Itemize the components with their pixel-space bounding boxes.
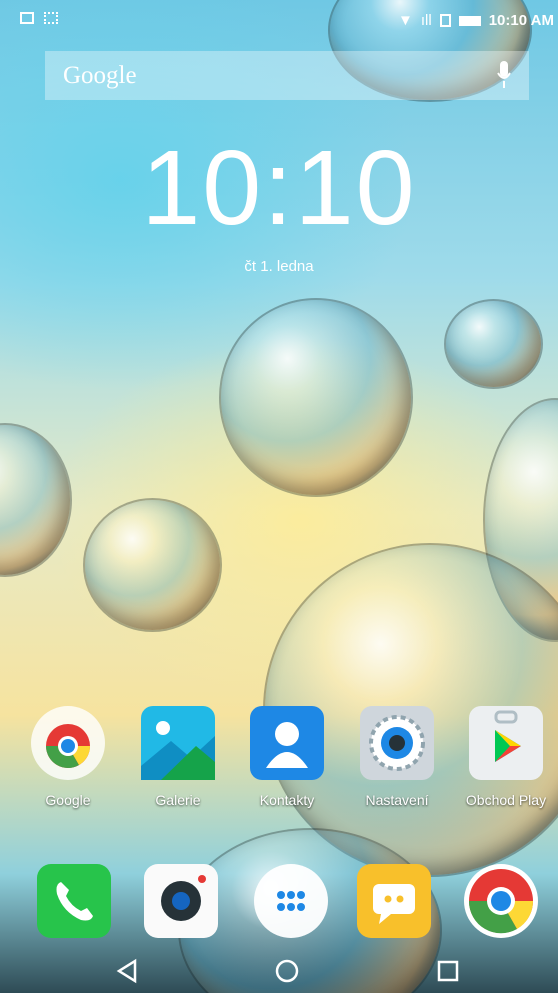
sim-icon xyxy=(439,14,451,27)
app-drawer-icon xyxy=(277,891,305,911)
clock-time[interactable]: 10:10 xyxy=(0,128,558,249)
dock-camera[interactable] xyxy=(144,864,218,938)
battery-icon xyxy=(458,15,481,26)
app-nastaveni[interactable]: Nastavení xyxy=(345,706,449,808)
dock-messages[interactable] xyxy=(357,864,431,938)
screenshot-notification-icon xyxy=(20,12,34,24)
app-google[interactable]: Google xyxy=(16,706,120,808)
phone-icon xyxy=(56,882,93,921)
camera-icon xyxy=(161,875,206,921)
settings-gear-icon xyxy=(360,706,434,780)
microphone-icon[interactable] xyxy=(497,61,511,89)
gallery-icon xyxy=(141,706,215,780)
navigation-bar xyxy=(0,948,558,993)
app-label: Obchod Play xyxy=(465,792,547,808)
app-obchod-play[interactable]: Obchod Play xyxy=(454,706,558,808)
wifi-icon: ▼ xyxy=(397,12,413,29)
app-label: Nastavení xyxy=(365,792,429,808)
dock-phone[interactable] xyxy=(37,864,111,938)
dock-chrome[interactable] xyxy=(464,864,538,938)
clock-date[interactable]: čt 1. ledna xyxy=(0,258,558,275)
recents-icon[interactable] xyxy=(433,956,463,986)
status-time: 10:10 AM xyxy=(488,12,554,29)
app-label: Galerie xyxy=(155,792,201,808)
wallpaper-bubble xyxy=(221,300,411,495)
dock-app-drawer[interactable] xyxy=(254,864,328,938)
wallpaper-bubble xyxy=(446,301,541,387)
google-folder-icon xyxy=(31,706,105,780)
status-right: ▼ ıll 10:10 AM xyxy=(398,12,554,29)
wallpaper-bubble xyxy=(0,425,70,575)
app-notification-icon xyxy=(44,12,58,24)
messages-icon xyxy=(373,884,415,924)
contacts-icon xyxy=(250,706,324,780)
chrome-icon xyxy=(468,869,534,934)
back-icon[interactable] xyxy=(113,956,143,986)
status-left xyxy=(20,12,58,24)
status-bar: ▼ ıll 10:10 AM xyxy=(0,0,558,42)
play-store-icon xyxy=(469,706,543,780)
app-kontakty[interactable]: Kontakty xyxy=(235,706,339,808)
wallpaper-bubble xyxy=(85,500,220,630)
signal-icon: ıll xyxy=(420,12,432,29)
google-logo-text: Google xyxy=(63,62,137,89)
home-icon[interactable] xyxy=(272,956,302,986)
app-label: Google xyxy=(45,792,91,808)
app-label: Kontakty xyxy=(259,792,315,808)
home-screen: ▼ ıll 10:10 AM Google 10:10 čt 1. ledna xyxy=(0,0,558,993)
google-search-bar[interactable]: Google xyxy=(45,51,529,100)
app-galerie[interactable]: Galerie xyxy=(126,706,230,808)
